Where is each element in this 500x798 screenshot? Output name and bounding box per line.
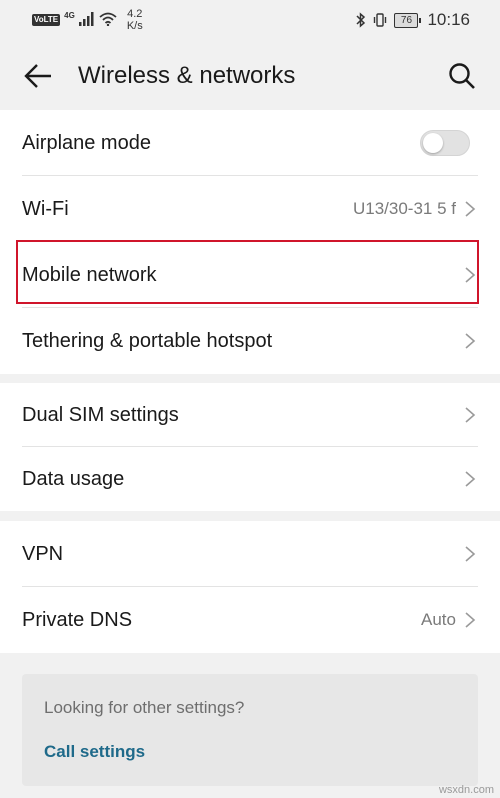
settings-group-sim: Dual SIM settings Data usage bbox=[0, 383, 500, 511]
other-settings-card: Looking for other settings? Call setting… bbox=[22, 674, 478, 786]
network-speed: 4.2 K/s bbox=[127, 8, 143, 32]
chevron-right-icon bbox=[465, 546, 476, 562]
settings-group-network: Airplane mode Wi-Fi U13/30-31 5 f Mobile… bbox=[0, 110, 500, 374]
row-label: Data usage bbox=[22, 467, 125, 490]
bluetooth-icon bbox=[356, 12, 366, 28]
private-dns-value: Auto bbox=[421, 610, 456, 629]
network-type: 4G bbox=[64, 11, 75, 20]
watermark: wsxdn.com bbox=[438, 784, 494, 796]
arrow-left-icon bbox=[24, 64, 51, 88]
wifi-network-name: U13/30-31 5 f bbox=[352, 199, 456, 218]
call-settings-link[interactable]: Call settings bbox=[44, 742, 145, 762]
chevron-right-icon bbox=[465, 407, 476, 423]
row-wifi[interactable]: Wi-Fi U13/30-31 5 f bbox=[0, 176, 500, 242]
speed-unit: K/s bbox=[126, 20, 143, 32]
volte-badge: VoLTE bbox=[32, 14, 61, 26]
chevron-right-icon bbox=[465, 333, 476, 349]
page-title: Wireless & networks bbox=[78, 62, 296, 89]
row-label: VPN bbox=[22, 542, 64, 565]
battery-icon: 76 bbox=[394, 12, 422, 28]
chevron-right-icon bbox=[465, 612, 476, 628]
chevron-right-icon bbox=[465, 201, 476, 217]
chevron-right-icon bbox=[465, 471, 476, 487]
row-data-usage[interactable]: Data usage bbox=[0, 447, 500, 511]
status-left: VoLTE 4G 4.2 K/s bbox=[32, 8, 143, 32]
speed-value: 4.2 bbox=[127, 8, 143, 20]
back-button[interactable] bbox=[22, 60, 54, 92]
row-label: Private DNS bbox=[22, 608, 133, 631]
chevron-right-icon bbox=[465, 267, 476, 283]
wifi-icon bbox=[99, 12, 117, 26]
row-dual-sim-settings[interactable]: Dual SIM settings bbox=[0, 383, 500, 447]
row-airplane-mode[interactable]: Airplane mode bbox=[0, 110, 500, 176]
row-tethering-hotspot[interactable]: Tethering & portable hotspot bbox=[0, 308, 500, 374]
row-mobile-network[interactable]: Mobile network bbox=[0, 242, 500, 308]
row-label: Mobile network bbox=[22, 263, 157, 286]
search-button[interactable] bbox=[446, 60, 478, 92]
row-private-dns[interactable]: Private DNS Auto bbox=[0, 587, 500, 653]
status-bar: VoLTE 4G 4.2 K/s 76 10:16 bbox=[0, 0, 500, 40]
toggle-knob bbox=[423, 133, 443, 153]
signal-icon bbox=[78, 12, 94, 26]
other-settings-prompt: Looking for other settings? bbox=[44, 698, 245, 717]
settings-group-vpn-dns: VPN Private DNS Auto bbox=[0, 521, 500, 653]
row-label: Wi-Fi bbox=[22, 197, 69, 220]
row-vpn[interactable]: VPN bbox=[0, 521, 500, 587]
search-icon bbox=[449, 63, 475, 89]
airplane-mode-toggle[interactable] bbox=[420, 130, 470, 156]
battery-level: 76 bbox=[394, 12, 419, 28]
row-label: Tethering & portable hotspot bbox=[22, 329, 273, 352]
status-right: 76 10:16 bbox=[356, 10, 470, 30]
vibrate-icon bbox=[374, 13, 387, 27]
row-label: Dual SIM settings bbox=[22, 403, 179, 426]
clock: 10:16 bbox=[427, 10, 470, 29]
row-label: Airplane mode bbox=[22, 131, 151, 154]
app-bar: Wireless & networks bbox=[0, 40, 500, 110]
